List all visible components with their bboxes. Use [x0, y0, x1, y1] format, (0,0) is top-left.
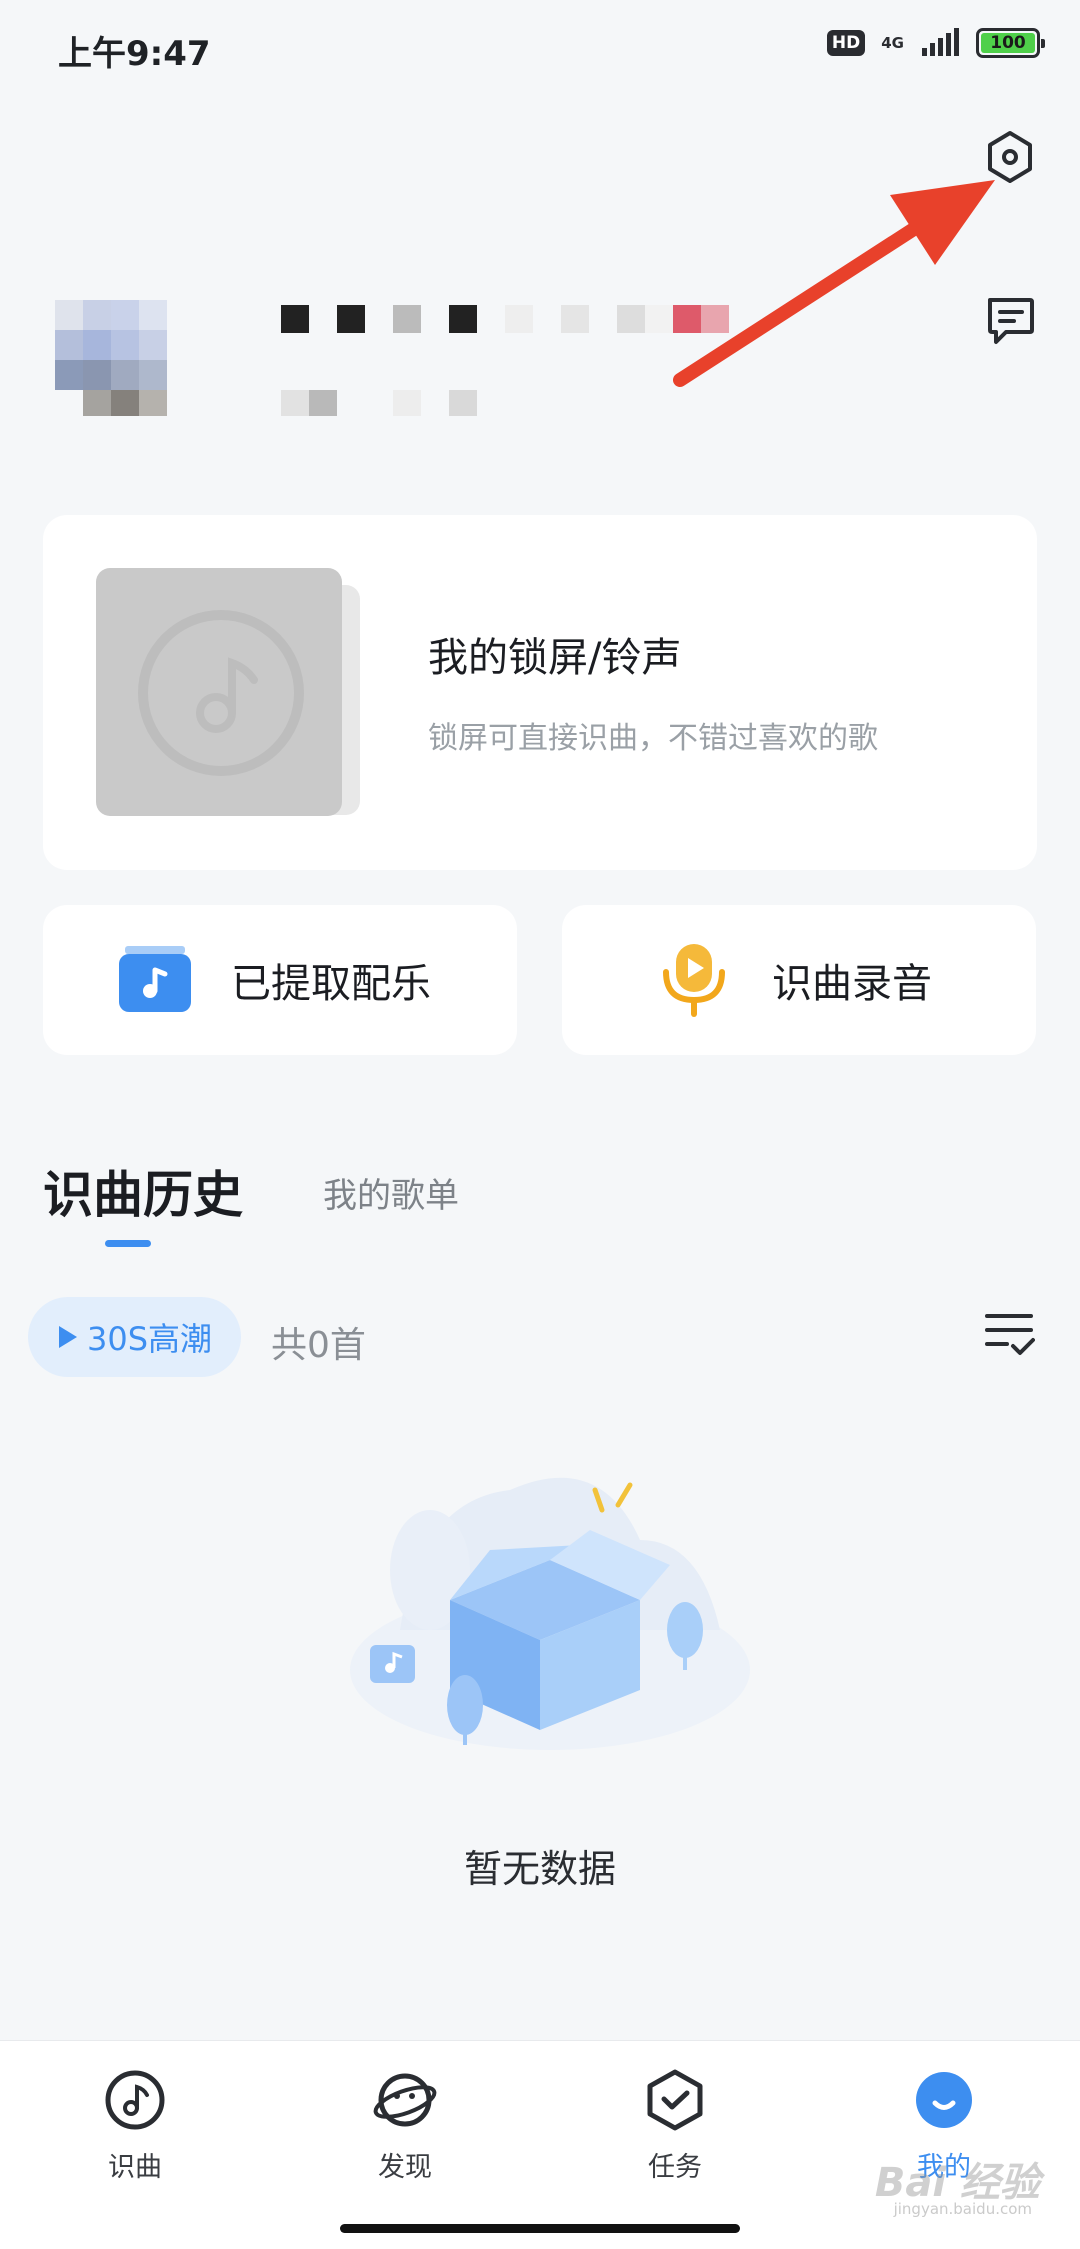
play-highlights-label: 30S高潮 [86, 1320, 213, 1358]
network-type: 4G [881, 34, 904, 52]
tab-my-playlists[interactable]: 我的歌单 [323, 1168, 459, 1217]
tab-active-indicator [105, 1240, 151, 1247]
microphone-icon [663, 944, 725, 1017]
hd-badge: HD [826, 30, 866, 56]
extracted-music-button[interactable]: 已提取配乐 [43, 905, 517, 1055]
song-count: 共0首 [271, 1325, 366, 1366]
nav-recognize-label: 识曲 [108, 2152, 162, 2183]
nav-tasks-label: 任务 [648, 2152, 702, 2183]
status-time: 上午9:47 [58, 34, 211, 74]
ringtone-subtitle: 锁屏可直接识曲，不错过喜欢的歌 [428, 721, 878, 756]
watermark-url: jingyan.baidu.com [893, 2200, 1032, 2218]
battery-icon: 100 [976, 28, 1045, 58]
play-highlights-button[interactable]: 30S高潮 [28, 1297, 241, 1377]
status-indicators: HD 4G 100 [826, 28, 1045, 58]
music-folder-icon [119, 946, 191, 1012]
manage-list-icon[interactable] [985, 1310, 1035, 1360]
nav-discover[interactable]: 发现 [325, 2069, 485, 2184]
annotation-arrow [673, 180, 995, 387]
ringtone-title: 我的锁屏/铃声 [428, 635, 682, 681]
profile-icon [916, 2072, 972, 2128]
home-indicator[interactable] [340, 2224, 740, 2233]
nav-recognize[interactable]: 识曲 [55, 2069, 215, 2184]
disc-icon [138, 610, 304, 776]
signal-icon [922, 28, 959, 56]
recognition-recording-button[interactable]: 识曲录音 [562, 905, 1036, 1055]
album-cover [96, 568, 342, 816]
empty-box-illustration [350, 1477, 750, 1750]
planet-icon [373, 2073, 437, 2127]
user-profile[interactable] [55, 300, 735, 420]
battery-level: 100 [990, 33, 1026, 53]
music-note-icon [105, 2070, 165, 2130]
nav-discover-label: 发现 [378, 2152, 432, 2183]
nav-tasks[interactable]: 任务 [595, 2069, 755, 2184]
tab-recognition-history[interactable]: 识曲历史 [43, 1155, 243, 1227]
shield-check-icon [647, 2069, 703, 2131]
empty-state-text: 暂无数据 [463, 1847, 616, 1891]
recognition-recording-label: 识曲录音 [772, 961, 932, 1007]
extracted-music-label: 已提取配乐 [231, 961, 431, 1007]
play-icon [58, 1326, 77, 1348]
network-indicator: 4G [881, 34, 904, 52]
